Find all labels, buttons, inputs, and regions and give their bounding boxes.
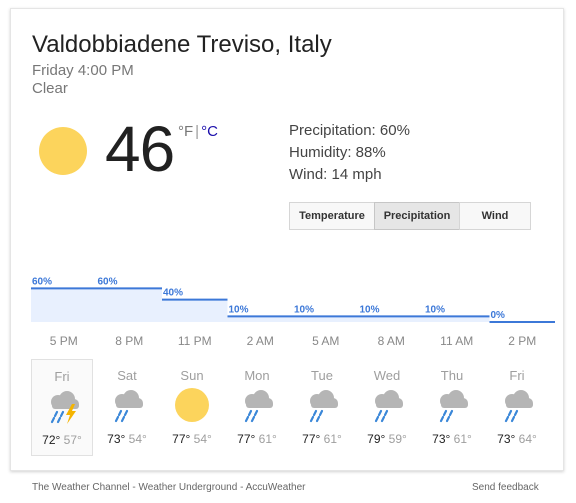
day-temperatures: 77° 61° xyxy=(226,432,288,446)
tab-precipitation[interactable]: Precipitation xyxy=(374,202,460,230)
day-temperatures: 73° 54° xyxy=(96,432,158,446)
fahrenheit-unit[interactable]: °F xyxy=(178,123,193,140)
forecast-day[interactable]: Fri 72° 57° xyxy=(31,359,93,456)
day-temperatures: 79° 59° xyxy=(356,432,418,446)
forecast-day[interactable]: Mon 77° 61° xyxy=(226,359,288,456)
weather-details: Precipitation: 60% Humidity: 88% Wind: 1… xyxy=(289,120,410,186)
forecast-day[interactable]: Sun 77° 54° xyxy=(161,359,223,456)
day-name: Sat xyxy=(117,368,137,383)
time-axis: 5 PM 8 PM 11 PM 2 AM 5 AM 8 AM 11 AM 2 PM xyxy=(31,334,555,350)
low-temperature: 61° xyxy=(258,432,277,446)
chart-tabs: Temperature Precipitation Wind xyxy=(289,202,531,230)
day-name: Mon xyxy=(244,368,270,383)
high-temperature: 79° xyxy=(367,432,386,446)
rain-icon xyxy=(109,387,145,423)
forecast-day[interactable]: Tue 77° 61° xyxy=(291,359,353,456)
location-title: Valdobbiadene Treviso, Italy xyxy=(32,31,332,58)
precipitation-chart: 60% 60% 40% 10% 10% 10% 10% 0% xyxy=(31,276,555,323)
rain-icon xyxy=(304,387,340,423)
forecast-day[interactable]: Thu 73° 61° xyxy=(421,359,483,456)
time-label: 8 PM xyxy=(115,334,144,348)
day-temperatures: 73° 61° xyxy=(421,432,483,446)
unit-switcher: °F | °C xyxy=(178,123,218,140)
wind-detail: Wind: 14 mph xyxy=(289,166,382,183)
rain-icon xyxy=(434,387,470,423)
day-temperatures: 77° 61° xyxy=(291,432,353,446)
low-temperature: 64° xyxy=(518,432,537,446)
time-label: 11 PM xyxy=(177,334,212,348)
precipitation-detail: Precipitation: 60% xyxy=(289,122,410,139)
forecast-day[interactable]: Wed 79° 59° xyxy=(356,359,418,456)
day-name: Thu xyxy=(440,368,464,383)
day-temperatures: 73° 64° xyxy=(486,432,548,446)
precipitation-value-label: 10% xyxy=(360,304,380,315)
precipitation-value-label: 10% xyxy=(229,304,249,315)
precipitation-value-label: 40% xyxy=(163,288,183,299)
rain-icon xyxy=(369,387,405,423)
forecast-day[interactable]: Sat 73° 54° xyxy=(96,359,158,456)
low-temperature: 61° xyxy=(323,432,342,446)
tab-wind[interactable]: Wind xyxy=(459,202,531,230)
day-temperatures: 72° 57° xyxy=(32,433,92,447)
rain-icon xyxy=(239,387,275,423)
day-name: Fri xyxy=(509,368,525,383)
date-time: Friday 4:00 PM xyxy=(32,62,134,79)
time-label: 8 AM xyxy=(377,334,405,348)
sun-icon xyxy=(174,387,210,423)
low-temperature: 59° xyxy=(388,432,407,446)
precipitation-value-label: 0% xyxy=(491,310,506,321)
humidity-detail: Humidity: 88% xyxy=(289,144,386,161)
time-label: 2 PM xyxy=(508,334,537,348)
tab-temperature[interactable]: Temperature xyxy=(289,202,375,230)
high-temperature: 72° xyxy=(42,433,61,447)
precipitation-area xyxy=(96,288,162,322)
high-temperature: 77° xyxy=(172,432,191,446)
low-temperature: 57° xyxy=(63,433,82,447)
high-temperature: 77° xyxy=(237,432,256,446)
precipitation-area xyxy=(31,288,97,322)
time-label: 2 AM xyxy=(246,334,274,348)
low-temperature: 54° xyxy=(193,432,212,446)
current-condition: Clear xyxy=(32,80,68,97)
day-name: Sun xyxy=(180,368,204,383)
precipitation-value-label: 60% xyxy=(98,276,118,287)
day-temperatures: 77° 54° xyxy=(161,432,223,446)
precipitation-value-label: 10% xyxy=(425,304,445,315)
high-temperature: 77° xyxy=(302,432,321,446)
day-name: Wed xyxy=(373,368,401,383)
time-label: 5 PM xyxy=(49,334,78,348)
precipitation-value-label: 60% xyxy=(32,276,52,287)
thunderstorm-icon xyxy=(45,388,81,424)
precipitation-area xyxy=(162,299,228,322)
current-temperature: 46 xyxy=(105,113,175,185)
low-temperature: 54° xyxy=(128,432,147,446)
unit-separator: | xyxy=(195,123,200,140)
celsius-unit-link[interactable]: °C xyxy=(201,123,218,140)
data-sources[interactable]: The Weather Channel - Weather Undergroun… xyxy=(32,482,305,493)
precipitation-value-label: 10% xyxy=(294,304,314,315)
low-temperature: 61° xyxy=(453,432,472,446)
weather-card: Valdobbiadene Treviso, Italy Friday 4:00… xyxy=(10,8,564,471)
high-temperature: 73° xyxy=(497,432,516,446)
forecast-day[interactable]: Fri 73° 64° xyxy=(486,359,548,456)
high-temperature: 73° xyxy=(107,432,126,446)
high-temperature: 73° xyxy=(432,432,451,446)
sun-icon xyxy=(39,127,87,175)
send-feedback-link[interactable]: Send feedback xyxy=(472,482,539,493)
daily-forecast: Fri 72° 57° Sat 73° 54° Sun 77° 54° Mon 77° 61°… xyxy=(31,359,551,459)
time-label: 11 AM xyxy=(440,334,474,348)
time-label: 5 AM xyxy=(312,334,340,348)
rain-icon xyxy=(499,387,535,423)
day-name: Tue xyxy=(311,368,333,383)
day-name: Fri xyxy=(54,369,70,384)
